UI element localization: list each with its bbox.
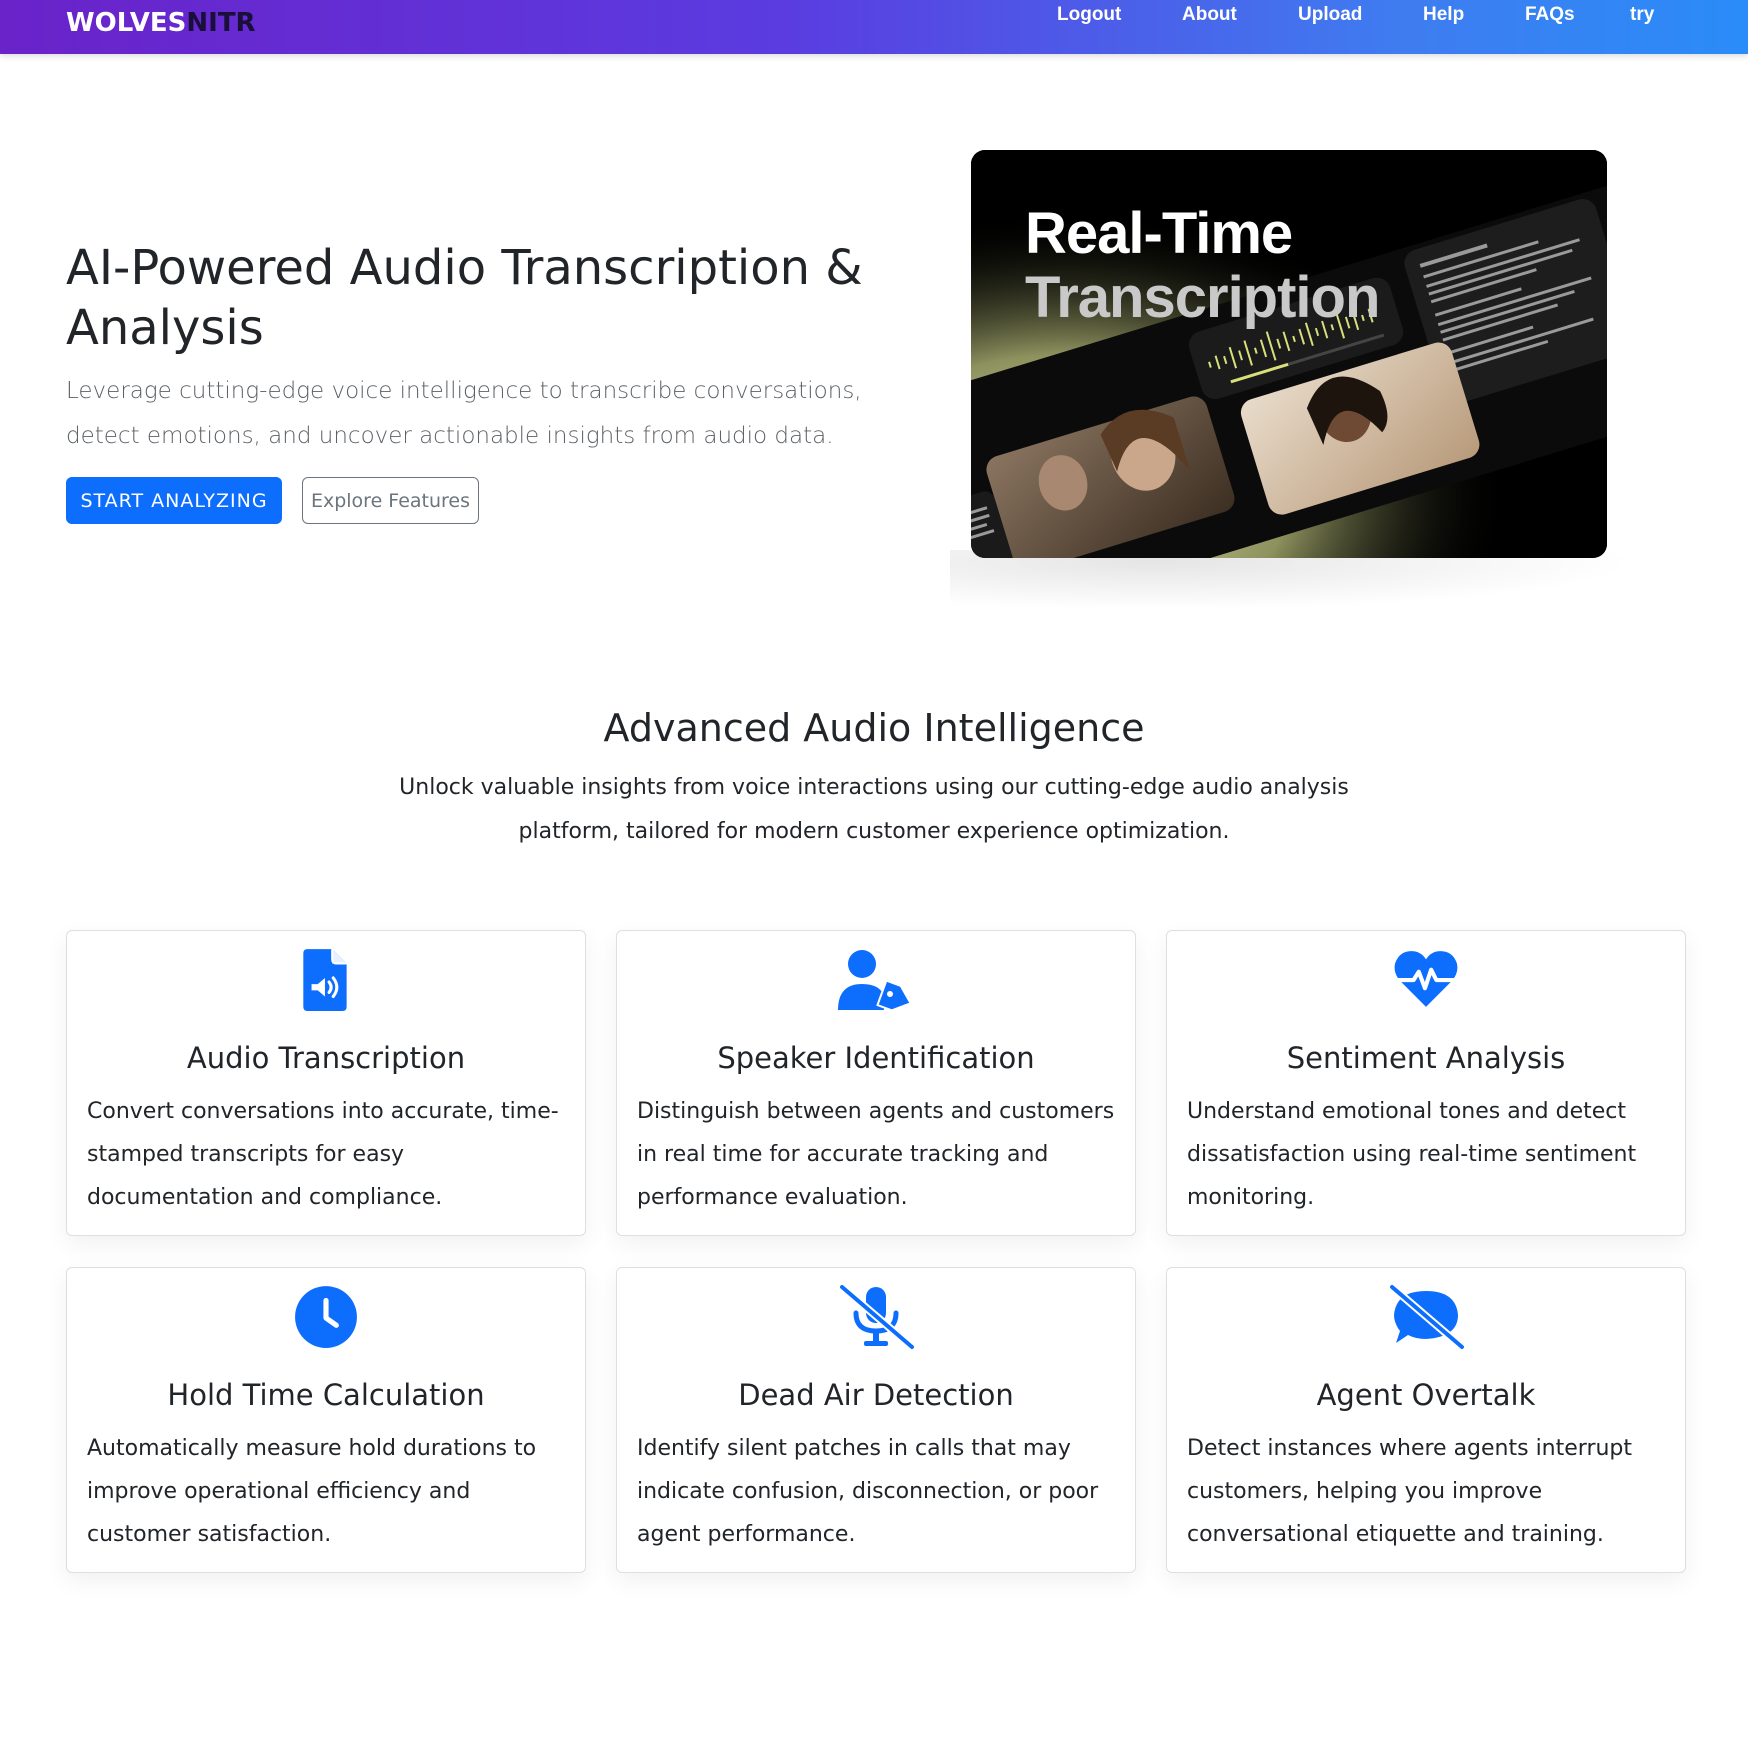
microphone-slash-icon xyxy=(617,1283,1135,1351)
file-audio-icon xyxy=(67,947,585,1013)
start-analyzing-button[interactable]: START ANALYZING xyxy=(66,477,282,524)
hero-image-title-line2: Transcription xyxy=(1025,265,1380,330)
user-tag-icon xyxy=(617,947,1135,1013)
feature-card-agent-overtalk: Agent Overtalk Detect instances where ag… xyxy=(1166,1267,1686,1573)
feature-card-speaker-identification: Speaker Identification Distinguish betwe… xyxy=(616,930,1136,1236)
features-title: Advanced Audio Intelligence xyxy=(603,706,1145,750)
nav-faqs[interactable]: FAQs xyxy=(1525,0,1575,30)
card-title: Sentiment Analysis xyxy=(1286,1041,1566,1075)
features-subtitle: Unlock valuable insights from voice inte… xyxy=(399,775,1349,844)
card-description: Detect instances where agents interrupt … xyxy=(1187,1436,1633,1547)
nav-try[interactable]: try xyxy=(1630,0,1654,30)
feature-card-sentiment-analysis: Sentiment Analysis Understand emotional … xyxy=(1166,930,1686,1236)
top-navbar: WOLVESNITR Logout About Upload Help FAQs… xyxy=(0,0,1748,54)
hero-title: AI-Powered Audio Transcription & Analysi… xyxy=(66,240,863,356)
nav-about[interactable]: About xyxy=(1182,0,1237,30)
nav-upload[interactable]: Upload xyxy=(1298,0,1362,30)
comment-slash-icon xyxy=(1167,1283,1685,1351)
brand-part1: WOLVES xyxy=(66,8,187,38)
nav-help[interactable]: Help xyxy=(1423,0,1464,30)
card-description: Identify silent patches in calls that ma… xyxy=(637,1436,1099,1547)
brand-logo[interactable]: WOLVESNITR xyxy=(66,6,256,40)
card-description: Convert conversations into accurate, tim… xyxy=(87,1099,559,1210)
card-title: Agent Overtalk xyxy=(1316,1378,1536,1412)
heart-pulse-icon xyxy=(1167,947,1685,1013)
feature-card-audio-transcription: Audio Transcription Convert conversation… xyxy=(66,930,586,1236)
card-description: Understand emotional tones and detect di… xyxy=(1187,1099,1637,1210)
feature-card-hold-time: Hold Time Calculation Automatically meas… xyxy=(66,1267,586,1573)
clock-icon xyxy=(67,1284,585,1350)
hero-image-title: Real-Time Transcription xyxy=(1025,201,1380,330)
card-title: Hold Time Calculation xyxy=(167,1378,485,1412)
feature-card-dead-air: Dead Air Detection Identify silent patch… xyxy=(616,1267,1136,1573)
card-description: Automatically measure hold durations to … xyxy=(87,1436,537,1547)
hero-image-title-line1: Real-Time xyxy=(1025,201,1293,266)
brand-part2: NITR xyxy=(186,8,256,38)
explore-features-button[interactable]: Explore Features xyxy=(302,477,479,524)
card-title: Speaker Identification xyxy=(717,1041,1035,1075)
hero-subtitle: Leverage cutting-edge voice intelligence… xyxy=(66,378,862,449)
card-title: Dead Air Detection xyxy=(738,1378,1014,1412)
hero-image: Real-Time Transcription xyxy=(971,150,1607,558)
nav-logout[interactable]: Logout xyxy=(1057,0,1121,30)
card-description: Distinguish between agents and customers… xyxy=(637,1099,1115,1210)
card-title: Audio Transcription xyxy=(186,1041,466,1075)
hero-image-container: Real-Time Transcription xyxy=(950,150,1636,610)
hero-image-shadow xyxy=(950,550,1636,610)
